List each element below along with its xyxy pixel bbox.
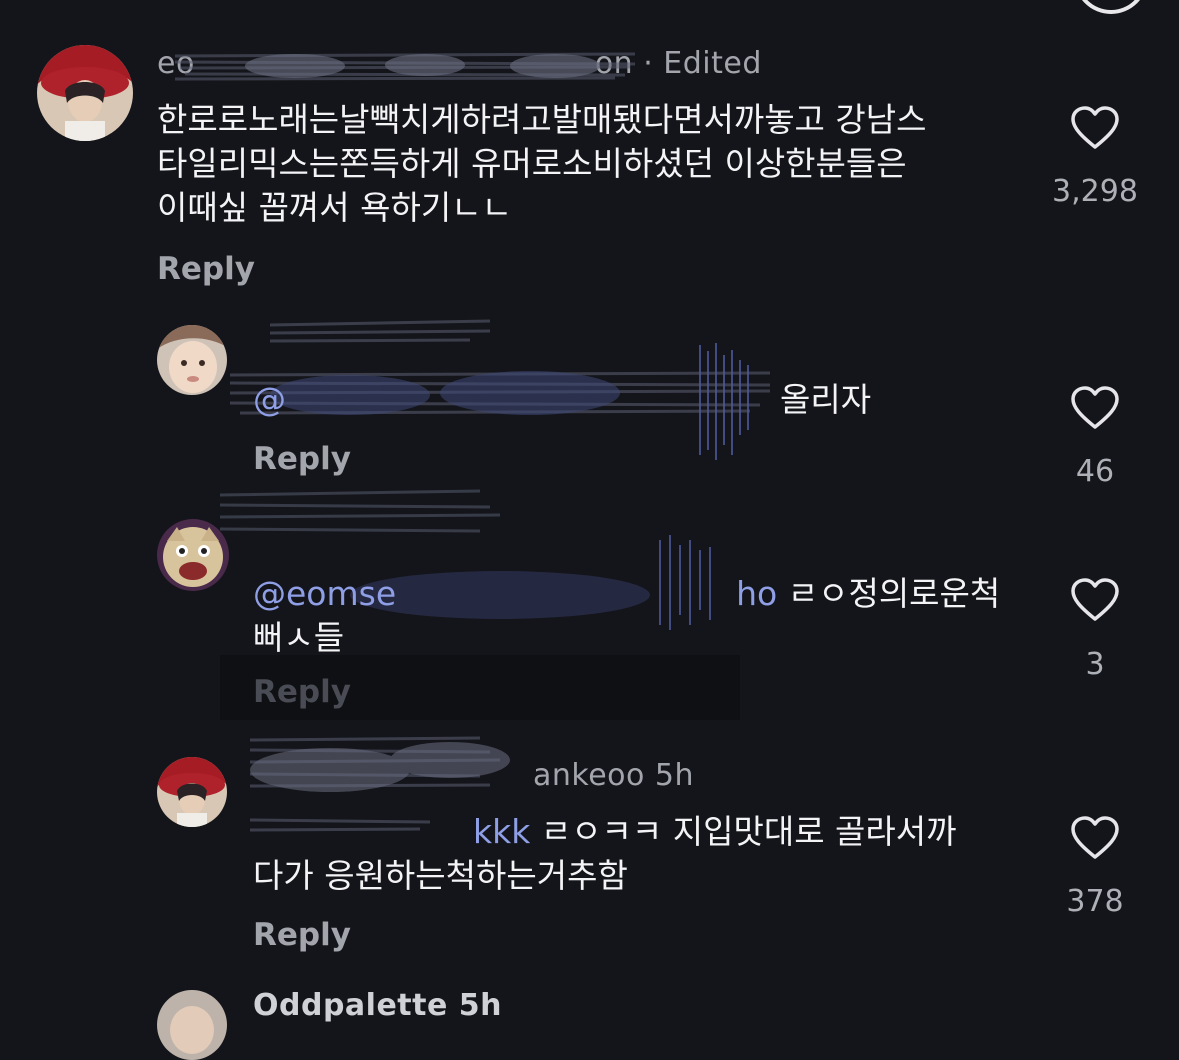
heart-icon[interactable] (1070, 105, 1120, 151)
comment-line: 이때싶 꼽껴서 욕하기ㄴㄴ (157, 188, 512, 227)
comment-body: @eomse ho ㄹㅇ정의로운척 뻐ㅅ들 (253, 572, 1000, 660)
comment-text: ㄹㅇ정의로운척 (777, 574, 1001, 613)
comment-text: 올리자 (780, 380, 872, 419)
avatar[interactable] (157, 757, 227, 827)
comment-username[interactable]: Oddpalette 5h (253, 988, 502, 1023)
heart-icon[interactable] (1070, 385, 1120, 431)
reply-button[interactable]: Reply (253, 674, 351, 710)
comment-line: 다가 응원하는척하는거추함 (253, 856, 628, 895)
reply-button[interactable]: Reply (253, 441, 351, 477)
like-count: 3,298 (1052, 174, 1138, 209)
avatar[interactable] (157, 990, 227, 1060)
like-count: 46 (1075, 454, 1115, 489)
comment-body: @ 올리자 (253, 378, 871, 422)
comment-line: 뻐ㅅ들 (253, 618, 345, 657)
comment-username[interactable]: ankeoo 5h (253, 758, 694, 793)
top-right-circle-icon[interactable] (1074, 0, 1148, 14)
comment-body: kkk ㄹㅇㅋㅋ 지입맛대로 골라서까 다가 응원하는척하는거추함 (253, 810, 957, 898)
reply-button[interactable]: Reply (157, 251, 255, 287)
like-count: 378 (1066, 884, 1124, 919)
avatar[interactable] (157, 519, 229, 591)
heart-icon[interactable] (1070, 577, 1120, 623)
heart-icon[interactable] (1070, 815, 1120, 861)
comment-line: 한로로노래는날빽치게하려고발매됐다면서까놓고 강남스 (157, 100, 927, 139)
mention-link[interactable]: @ (253, 380, 286, 419)
comment-text: ㄹㅇㅋㅋ 지입맛대로 골라서까 (530, 812, 957, 851)
comment-username[interactable]: eo on · Edited (157, 46, 762, 81)
mention-link[interactable]: kkk (473, 812, 530, 851)
avatar[interactable] (37, 45, 133, 141)
reply-button[interactable]: Reply (253, 917, 351, 953)
avatar[interactable] (157, 325, 227, 395)
comment-line: 타일리믹스는쫀득하게 유머로소비하셨던 이상한분들은 (157, 144, 907, 183)
mention-link[interactable]: @eomse ho (253, 574, 777, 613)
comment-body: 한로로노래는날빽치게하려고발매됐다면서까놓고 강남스 타일리믹스는쫀득하게 유머… (157, 98, 927, 230)
like-count: 3 (1085, 647, 1105, 682)
